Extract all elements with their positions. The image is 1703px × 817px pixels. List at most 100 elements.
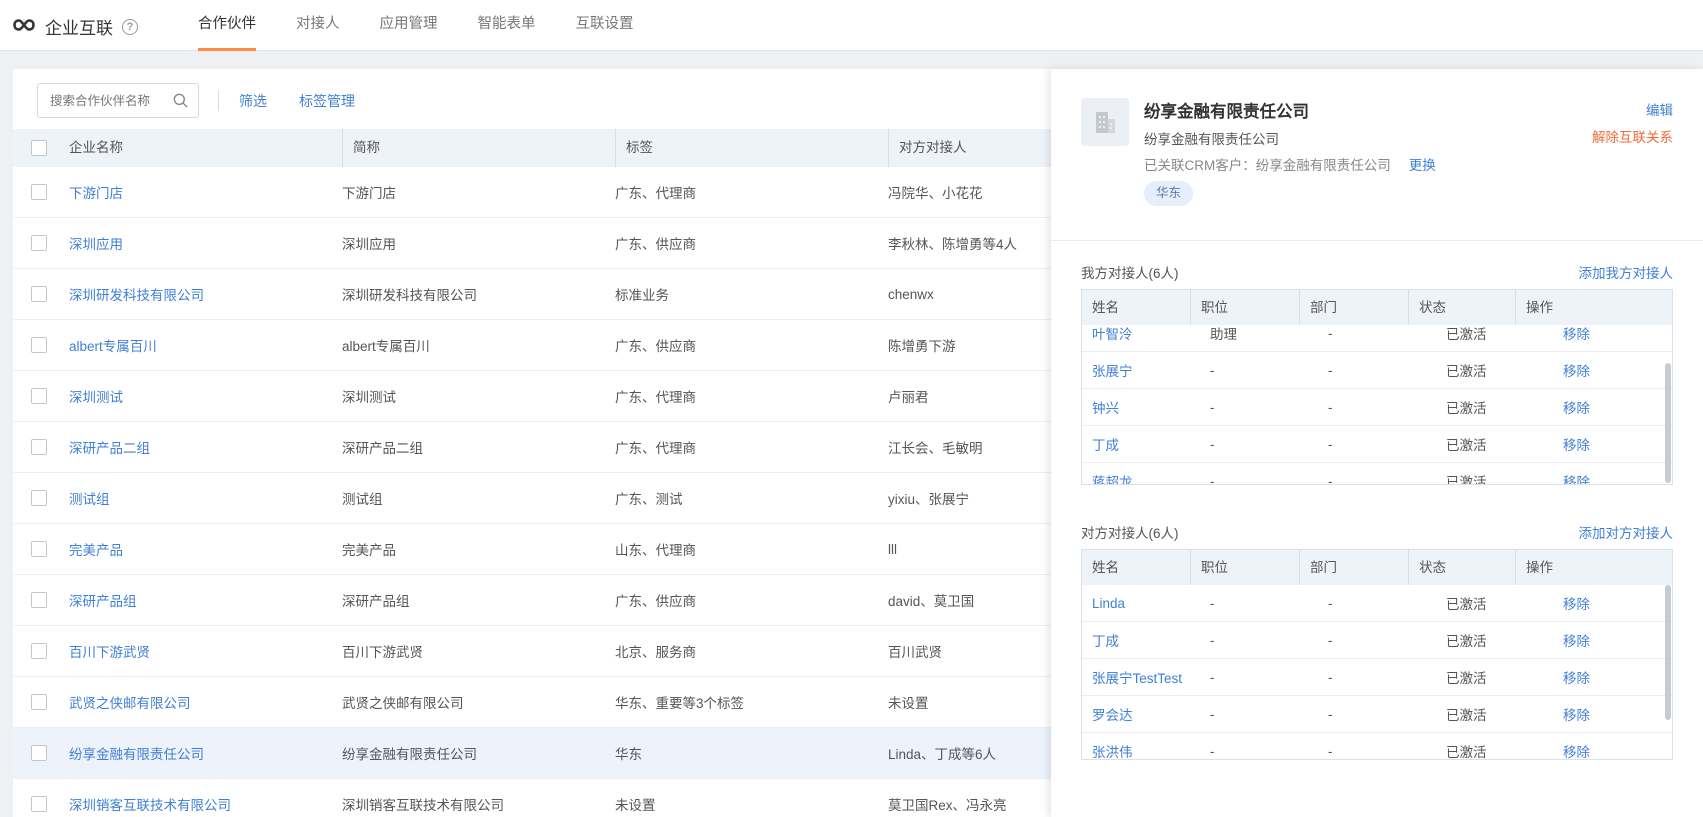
remove-contact-button[interactable]: 移除 — [1553, 741, 1670, 759]
table-row[interactable]: 完美产品 完美产品 山东、代理商 lll — [13, 524, 1078, 575]
company-name-link[interactable]: 纷享金融有限责任公司 — [69, 743, 342, 763]
search-icon[interactable] — [173, 93, 188, 111]
tab-smart-forms[interactable]: 智能表单 — [478, 0, 536, 51]
column-tags[interactable]: 标签 — [615, 129, 888, 167]
table-row[interactable]: 深圳测试 深圳测试 广东、代理商 卢丽君 — [13, 371, 1078, 422]
table-row[interactable]: 百川下游武贤 百川下游武贤 北京、服务商 百川武贤 — [13, 626, 1078, 677]
row-checkbox[interactable] — [31, 694, 47, 710]
remove-contact-button[interactable]: 移除 — [1553, 704, 1670, 724]
filter-button[interactable]: 筛选 — [239, 91, 267, 111]
short-name: 下游门店 — [342, 186, 396, 201]
row-checkbox[interactable] — [31, 184, 47, 200]
contact-name-link[interactable]: Linda — [1082, 596, 1200, 611]
company-name-link[interactable]: 测试组 — [69, 488, 342, 508]
company-name: 纷享金融有限责任公司 — [1144, 103, 1309, 121]
row-checkbox[interactable] — [31, 439, 47, 455]
table-row[interactable]: 深研产品组 深研产品组 广东、供应商 david、莫卫国 — [13, 575, 1078, 626]
unlink-button[interactable]: 解除互联关系 — [1592, 126, 1673, 146]
remove-contact-button[interactable]: 移除 — [1553, 593, 1670, 613]
table-row[interactable]: 武贤之侠邮有限公司 武贤之侠邮有限公司 华东、重要等3个标签 未设置 — [13, 677, 1078, 728]
company-name-link[interactable]: 深研产品二组 — [69, 437, 342, 457]
remove-contact-button[interactable]: 移除 — [1553, 397, 1670, 417]
contact-dept: - — [1328, 325, 1333, 341]
company-name-link[interactable]: 武贤之侠邮有限公司 — [69, 692, 342, 712]
their-contact: 陈增勇下游 — [888, 339, 956, 354]
contact-row: 钟兴 - - 已激活 移除 — [1082, 389, 1672, 426]
contact-name-link[interactable]: 张展宁 — [1082, 360, 1200, 380]
edit-button[interactable]: 编辑 — [1646, 99, 1673, 119]
row-checkbox[interactable] — [31, 643, 47, 659]
row-checkbox[interactable] — [31, 592, 47, 608]
search-input[interactable] — [50, 93, 170, 108]
tab-partners[interactable]: 合作伙伴 — [198, 0, 256, 51]
contact-dept: - — [1328, 595, 1333, 611]
table-row[interactable]: albert专属百川 albert专属百川 广东、供应商 陈增勇下游 — [13, 320, 1078, 371]
company-name-link[interactable]: albert专属百川 — [69, 335, 342, 355]
table-row[interactable]: 深圳研发科技有限公司 深圳研发科技有限公司 标准业务 chenwx — [13, 269, 1078, 320]
contact-name-link[interactable]: 张展宁TestTest — [1082, 667, 1200, 687]
tab-app-management[interactable]: 应用管理 — [380, 0, 438, 51]
their-contacts-scrollbar[interactable] — [1665, 585, 1671, 720]
our-contacts-title: 我方对接人(6人) — [1081, 266, 1179, 281]
remove-contact-button[interactable]: 移除 — [1553, 434, 1670, 454]
table-row[interactable]: 下游门店 下游门店 广东、代理商 冯院华、小花花 — [13, 167, 1078, 218]
row-checkbox[interactable] — [31, 286, 47, 302]
remove-contact-button[interactable]: 移除 — [1553, 471, 1670, 484]
crm-customer-label: 已关联CRM客户：纷享金融有限责任公司 — [1144, 158, 1391, 173]
row-checkbox[interactable] — [31, 235, 47, 251]
contact-name-link[interactable]: 蒋超龙 — [1082, 471, 1200, 484]
tag-management-button[interactable]: 标签管理 — [299, 91, 355, 111]
add-our-contact-button[interactable]: 添加我方对接人 — [1579, 262, 1674, 282]
row-checkbox[interactable] — [31, 541, 47, 557]
add-their-contact-button[interactable]: 添加对方对接人 — [1579, 522, 1674, 542]
remove-contact-button[interactable]: 移除 — [1553, 630, 1670, 650]
company-name-link[interactable]: 深圳测试 — [69, 386, 342, 406]
select-all-checkbox[interactable] — [31, 140, 47, 156]
contact-status: 已激活 — [1446, 634, 1487, 649]
help-icon[interactable]: ? — [122, 18, 138, 35]
company-name-link[interactable]: 深圳销客互联技术有限公司 — [69, 794, 342, 814]
their-contacts-body: Linda - - 已激活 移除 丁成 - - 已激活 移除 张展宁TestTest - - 已激活移… — [1082, 585, 1672, 759]
their-contact: 百川武贤 — [888, 645, 942, 660]
tags: 标准业务 — [615, 288, 669, 303]
contact-name-link[interactable]: 丁成 — [1082, 434, 1200, 454]
company-logo — [1081, 98, 1129, 146]
contact-name-link[interactable]: 叶智泠 — [1082, 323, 1200, 343]
table-row[interactable]: 深圳应用 深圳应用 广东、供应商 李秋林、陈增勇等4人 — [13, 218, 1078, 269]
remove-contact-button[interactable]: 移除 — [1553, 323, 1670, 343]
contact-name-link[interactable]: 张洪伟 — [1082, 741, 1200, 759]
company-name-link[interactable]: 完美产品 — [69, 539, 342, 559]
tab-interconnect-settings[interactable]: 互联设置 — [576, 0, 634, 51]
company-tag: 华东 — [1144, 181, 1194, 206]
company-name-link[interactable]: 深圳研发科技有限公司 — [69, 284, 342, 304]
row-checkbox[interactable] — [31, 337, 47, 353]
table-row[interactable]: 深研产品二组 深研产品二组 广东、代理商 江长会、毛敏明 — [13, 422, 1078, 473]
tags: 广东、供应商 — [615, 237, 696, 252]
table-row[interactable]: 深圳销客互联技术有限公司 深圳销客互联技术有限公司 未设置 莫卫国Rex、冯永亮 — [13, 779, 1078, 817]
col-action: 操作 — [1515, 550, 1622, 585]
company-name-link[interactable]: 百川下游武贤 — [69, 641, 342, 661]
table-row-selected[interactable]: 纷享金融有限责任公司 纷享金融有限责任公司 华东 Linda、丁成等6人 — [13, 728, 1078, 779]
row-checkbox[interactable] — [31, 388, 47, 404]
their-contact: yixiu、张展宁 — [888, 492, 970, 507]
company-name-link[interactable]: 深研产品组 — [69, 590, 342, 610]
column-their-contact[interactable]: 对方对接人 — [888, 129, 1078, 167]
our-contacts-scrollbar[interactable] — [1665, 363, 1671, 483]
table-row[interactable]: 测试组 测试组 广东、测试 yixiu、张展宁 — [13, 473, 1078, 524]
remove-contact-button[interactable]: 移除 — [1553, 667, 1670, 687]
company-name-link[interactable]: 下游门店 — [69, 182, 342, 202]
short-name: 深圳应用 — [342, 237, 396, 252]
row-checkbox[interactable] — [31, 490, 47, 506]
row-checkbox[interactable] — [31, 745, 47, 761]
tab-contacts[interactable]: 对接人 — [296, 0, 340, 51]
change-crm-button[interactable]: 更换 — [1409, 154, 1436, 174]
contact-name-link[interactable]: 罗会达 — [1082, 704, 1200, 724]
remove-contact-button[interactable]: 移除 — [1553, 360, 1670, 380]
contact-name-link[interactable]: 钟兴 — [1082, 397, 1200, 417]
contact-name-link[interactable]: 丁成 — [1082, 630, 1200, 650]
row-checkbox[interactable] — [31, 796, 47, 812]
column-company-name[interactable]: 企业名称 — [69, 129, 342, 167]
column-short-name[interactable]: 简称 — [342, 129, 615, 167]
search-box[interactable] — [37, 83, 199, 118]
company-name-link[interactable]: 深圳应用 — [69, 233, 342, 253]
